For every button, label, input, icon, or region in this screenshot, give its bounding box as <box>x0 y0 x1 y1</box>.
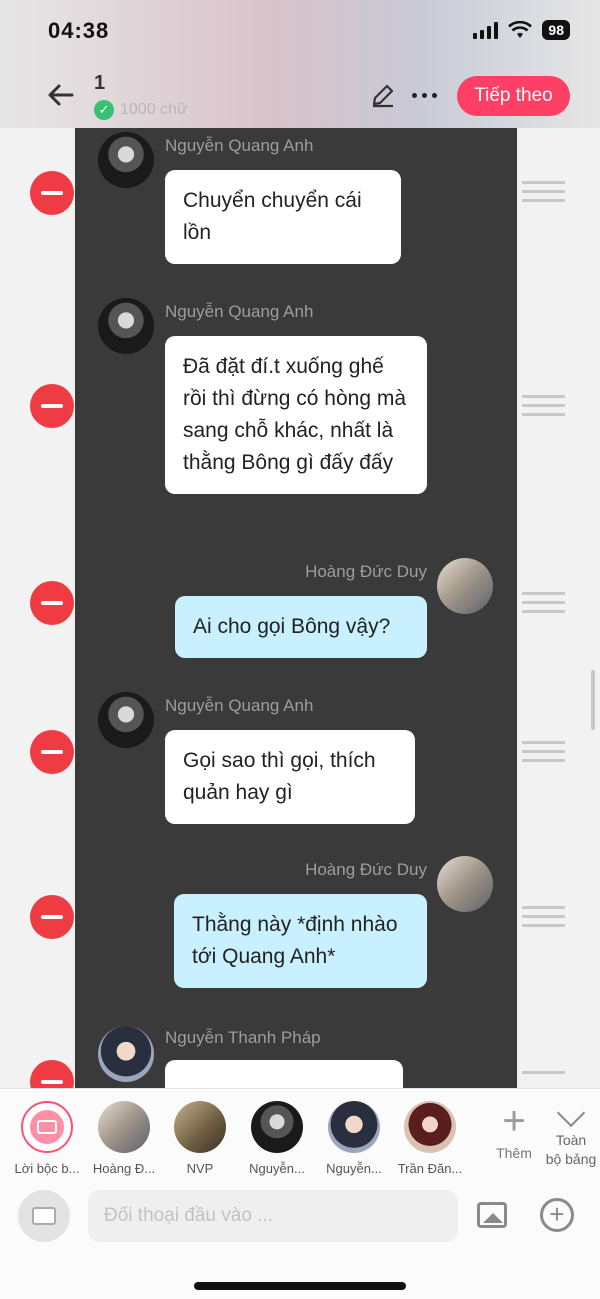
dialogue-input[interactable]: Đối thoại đầu vào ... <box>88 1190 458 1242</box>
remove-message-button[interactable] <box>30 730 74 774</box>
character-name: Nguyễn... <box>326 1161 382 1176</box>
remove-message-button[interactable] <box>30 895 74 939</box>
sender-name: Nguyễn Thanh Pháp <box>165 1028 321 1047</box>
add-character-button[interactable]: + Thêm <box>486 1101 542 1161</box>
avatar <box>328 1101 380 1153</box>
top-bar: 04:38 98 1 ✓ 1000 chữ Tiếp theo <box>0 0 600 128</box>
character-item[interactable]: NVP <box>162 1101 238 1176</box>
drag-handle-icon[interactable] <box>522 741 565 762</box>
avatar <box>98 692 154 748</box>
plus-icon: + <box>502 1099 526 1143</box>
character-name: Hoàng Đ... <box>92 1161 156 1176</box>
chat-area: Nguyễn Quang Anh Chuyển chuyển cái lồn N… <box>75 128 517 1088</box>
character-item[interactable]: Nguyễn... <box>239 1101 315 1176</box>
avatar <box>98 1026 154 1082</box>
composer: Đối thoại đầu vào ... + <box>0 1178 600 1299</box>
message-bubble[interactable]: Chuyển chuyển cái lồn <box>165 170 401 264</box>
character-name: Nguyễn... <box>249 1161 305 1176</box>
chapter-title: 1 <box>94 72 106 94</box>
avatar <box>437 856 493 912</box>
narration-icon <box>30 1110 64 1144</box>
home-indicator <box>194 1282 406 1290</box>
avatar <box>98 132 154 188</box>
remove-message-button[interactable] <box>30 384 74 428</box>
more-options-icon[interactable] <box>412 93 437 98</box>
sender-name: Hoàng Đức Duy <box>305 562 427 581</box>
add-circle-icon[interactable]: + <box>540 1198 574 1232</box>
word-count-text: 1000 chữ <box>120 101 188 118</box>
next-button[interactable]: Tiếp theo <box>457 76 570 116</box>
pencil-icon[interactable] <box>370 82 396 108</box>
avatar <box>437 558 493 614</box>
expand-label-line2: bộ bảng <box>545 1151 597 1167</box>
sender-name: Hoàng Đức Duy <box>305 860 427 879</box>
signal-icon <box>473 21 499 39</box>
status-icons: 98 <box>473 20 570 40</box>
remove-message-button[interactable] <box>30 171 74 215</box>
sender-name: Nguyễn Quang Anh <box>165 136 314 155</box>
narrator-avatar <box>21 1101 73 1153</box>
narration-toggle-icon[interactable] <box>18 1190 70 1242</box>
character-bar: Lời bộc b... Hoàng Đ... NVP Nguyễn... Ng… <box>0 1088 600 1179</box>
character-narrator[interactable]: Lời bộc b... <box>9 1101 85 1176</box>
drag-handle-icon[interactable] <box>522 1071 565 1074</box>
avatar <box>174 1101 226 1153</box>
back-arrow-icon[interactable] <box>46 80 76 110</box>
drag-handle-icon[interactable] <box>522 395 565 416</box>
character-name: NVP <box>186 1161 214 1176</box>
character-item[interactable]: Trần Đăn... <box>392 1101 468 1176</box>
message-bubble[interactable]: Ai cho gọi Bông vậy? <box>175 596 427 658</box>
check-icon: ✓ <box>94 100 114 120</box>
message-bubble[interactable]: Gọi sao thì gọi, thích quản hay gì <box>165 730 415 824</box>
character-name: Trần Đăn... <box>397 1161 463 1176</box>
image-icon[interactable] <box>477 1202 507 1228</box>
message-bubble[interactable] <box>165 1060 403 1088</box>
avatar <box>98 298 154 354</box>
message-bubble[interactable]: Đã đặt đí.t xuống ghế rồi thì đừng có hò… <box>165 336 427 494</box>
expand-all-button[interactable]: Toàn bộ bảng <box>540 1098 600 1169</box>
character-item[interactable]: Hoàng Đ... <box>86 1101 162 1176</box>
status-time: 04:38 <box>48 18 110 43</box>
word-count: ✓ 1000 chữ <box>94 100 188 120</box>
avatar <box>251 1101 303 1153</box>
chevron-down-icon <box>556 1098 586 1128</box>
drag-handle-icon[interactable] <box>522 592 565 613</box>
wifi-icon <box>508 21 533 38</box>
scrollbar[interactable] <box>591 670 595 730</box>
drag-handle-icon[interactable] <box>522 906 565 927</box>
sender-name: Nguyễn Quang Anh <box>165 302 314 321</box>
remove-message-button[interactable] <box>30 581 74 625</box>
avatar <box>98 1101 150 1153</box>
add-character-label: Thêm <box>496 1145 532 1161</box>
character-item[interactable]: Nguyễn... <box>316 1101 392 1176</box>
drag-handle-icon[interactable] <box>522 181 565 202</box>
avatar <box>404 1101 456 1153</box>
expand-label-line1: Toàn <box>555 1132 587 1148</box>
battery-indicator: 98 <box>542 20 570 40</box>
character-name: Lời bộc b... <box>14 1161 80 1176</box>
message-bubble[interactable]: Thằng này *định nhào tới Quang Anh* <box>174 894 427 988</box>
sender-name: Nguyễn Quang Anh <box>165 696 314 715</box>
